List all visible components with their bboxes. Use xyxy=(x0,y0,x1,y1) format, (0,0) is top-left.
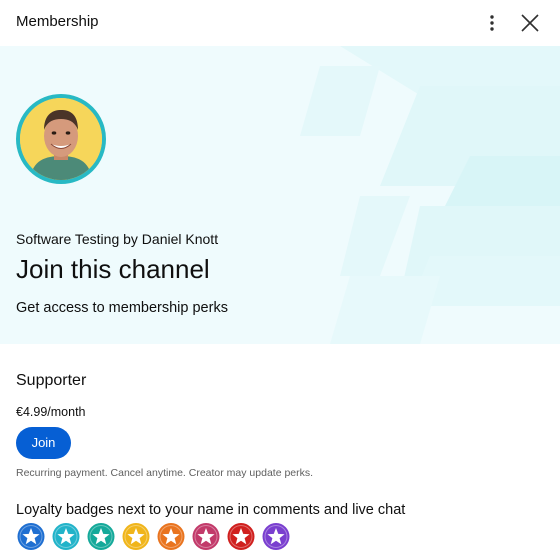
perks-subtitle: Get access to membership perks xyxy=(16,300,228,316)
badge-teal-star-icon xyxy=(52,523,80,550)
dialog-header: Membership xyxy=(0,0,560,46)
join-button[interactable]: Join xyxy=(16,427,71,459)
membership-dialog: Membership Software Testing by Daniel Kn… xyxy=(0,0,560,560)
badge-magenta-star-icon xyxy=(192,523,220,550)
badge-orange-star-icon xyxy=(157,523,185,550)
badge-red-star-icon xyxy=(227,523,255,550)
more-vert-icon xyxy=(490,15,494,31)
perk-description: Loyalty badges next to your name in comm… xyxy=(16,502,406,518)
channel-avatar xyxy=(16,94,106,184)
channel-name: Software Testing by Daniel Knott xyxy=(16,231,219,247)
join-heading: Join this channel xyxy=(16,254,210,284)
badge-purple-star-icon xyxy=(262,523,290,550)
badge-yellow-star-icon xyxy=(122,523,150,550)
badge-green-star-icon xyxy=(87,523,115,550)
badge-blue-star-icon xyxy=(17,523,45,550)
channel-hero-banner: Software Testing by Daniel Knott Join th… xyxy=(0,46,560,344)
loyalty-badges-row xyxy=(16,522,291,551)
dialog-title: Membership xyxy=(16,13,99,30)
close-icon xyxy=(521,14,539,32)
person-avatar-icon xyxy=(20,98,102,180)
more-options-button[interactable] xyxy=(477,8,507,38)
tier-name: Supporter xyxy=(16,372,87,389)
close-button[interactable] xyxy=(515,8,545,38)
tier-price: €4.99/month xyxy=(16,405,86,419)
payment-disclaimer: Recurring payment. Cancel anytime. Creat… xyxy=(16,467,314,479)
